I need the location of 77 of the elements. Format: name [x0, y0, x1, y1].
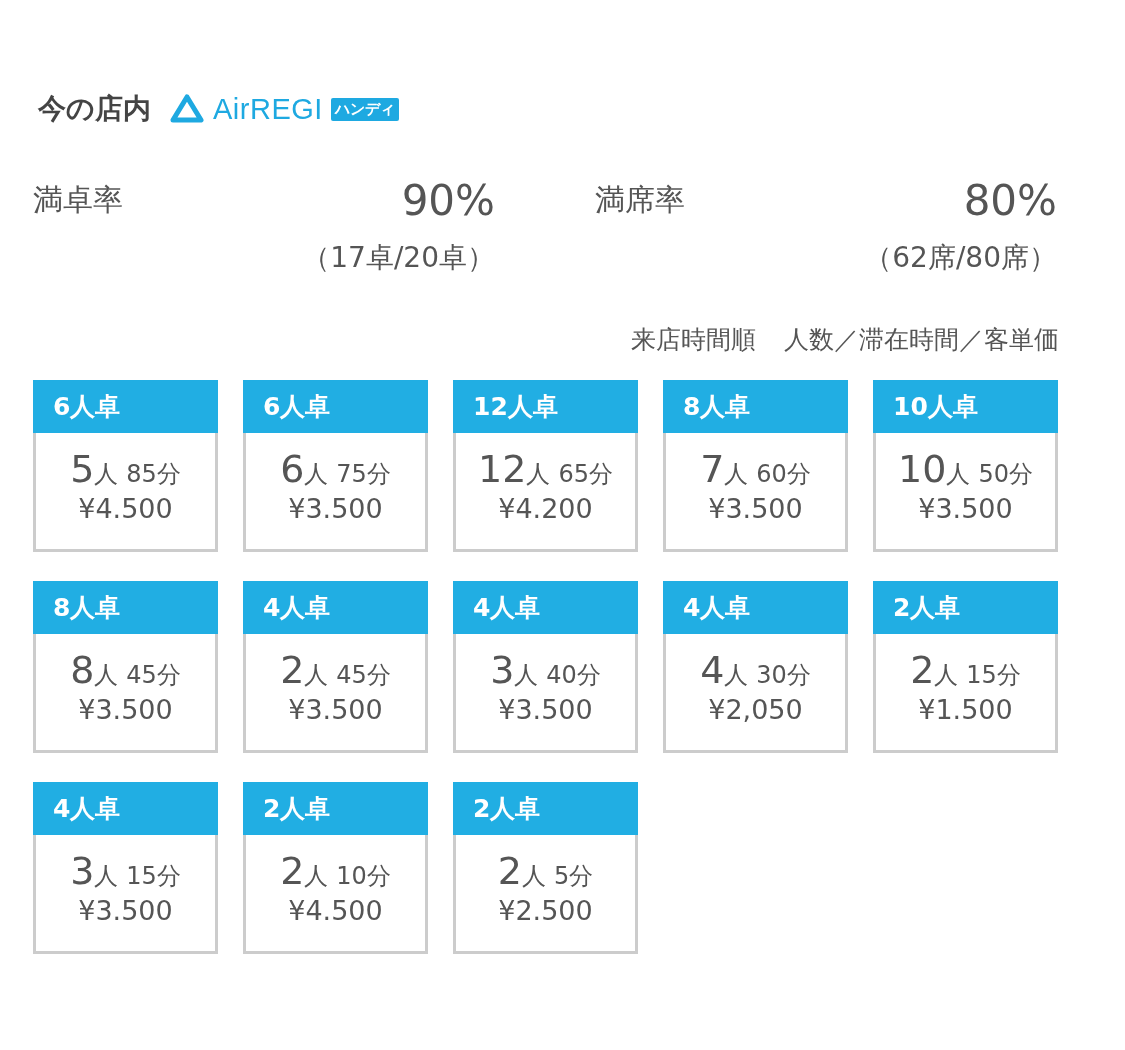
guest-count: 7人 [700, 447, 749, 491]
average-spend: ¥3.500 [497, 694, 594, 725]
stay-time: 40分 [546, 660, 601, 691]
guest-count: 12人 [478, 447, 551, 491]
average-spend: ¥3.500 [77, 694, 174, 725]
table-card[interactable]: 2人卓 2人 10分 ¥4.500 [243, 782, 428, 954]
table-name: 6人卓 [243, 380, 428, 433]
stat-detail: （17卓/20卓） [301, 240, 495, 276]
table-name: 8人卓 [33, 581, 218, 634]
table-card[interactable]: 6人卓 6人 75分 ¥3.500 [243, 380, 428, 552]
average-spend: ¥1.500 [917, 694, 1014, 725]
table-name: 6人卓 [33, 380, 218, 433]
average-spend: ¥3.500 [287, 493, 384, 524]
stat-value: 90% [401, 176, 495, 225]
table-card[interactable]: 6人卓 5人 85分 ¥4.500 [33, 380, 218, 552]
guest-count: 8人 [70, 648, 119, 692]
guest-count: 10人 [898, 447, 971, 491]
average-spend: ¥4.500 [287, 895, 384, 926]
stay-time: 15分 [966, 660, 1021, 691]
stat-detail: （62席/80席） [863, 240, 1057, 276]
average-spend: ¥3.500 [77, 895, 174, 926]
average-spend: ¥3.500 [707, 493, 804, 524]
stay-time: 15分 [126, 861, 181, 892]
stay-time: 45分 [126, 660, 181, 691]
stay-time: 60分 [756, 459, 811, 490]
stay-time: 5分 [553, 861, 594, 892]
stat-value: 80% [963, 176, 1057, 225]
table-name: 2人卓 [453, 782, 638, 835]
average-spend: ¥3.500 [287, 694, 384, 725]
table-card[interactable]: 8人卓 8人 45分 ¥3.500 [33, 581, 218, 753]
guest-count: 2人 [910, 648, 959, 692]
table-card[interactable]: 4人卓 2人 45分 ¥3.500 [243, 581, 428, 753]
table-card[interactable]: 4人卓 3人 40分 ¥3.500 [453, 581, 638, 753]
triangle-logo-icon [169, 93, 205, 125]
table-name: 4人卓 [663, 581, 848, 634]
table-name: 4人卓 [33, 782, 218, 835]
table-name: 12人卓 [453, 380, 638, 433]
stay-time: 45分 [336, 660, 391, 691]
logo-badge: ハンディ [330, 97, 399, 121]
average-spend: ¥2,050 [707, 694, 804, 725]
stat-label: 満卓率 [33, 181, 124, 219]
guest-count: 2人 [497, 849, 546, 893]
stay-time: 75分 [336, 459, 391, 490]
guest-count: 3人 [490, 648, 539, 692]
stay-time: 30分 [756, 660, 811, 691]
guest-count: 5人 [70, 447, 119, 491]
table-name: 8人卓 [663, 380, 848, 433]
stay-time: 65分 [558, 459, 613, 490]
table-card[interactable]: 2人卓 2人 5分 ¥2.500 [453, 782, 638, 954]
guest-count: 3人 [70, 849, 119, 893]
table-card[interactable]: 10人卓 10人 50分 ¥3.500 [873, 380, 1058, 552]
table-name: 2人卓 [873, 581, 1058, 634]
table-card[interactable]: 4人卓 3人 15分 ¥3.500 [33, 782, 218, 954]
stay-time: 50分 [978, 459, 1033, 490]
logo-wordmark: AirREGI [213, 92, 323, 126]
average-spend: ¥2.500 [497, 895, 594, 926]
guest-count: 4人 [700, 648, 749, 692]
guest-count: 6人 [280, 447, 329, 491]
stay-time: 85分 [126, 459, 181, 490]
page-title: 今の店内 [38, 91, 151, 127]
table-card[interactable]: 12人卓 12人 65分 ¥4.200 [453, 380, 638, 552]
sort-order-label: 来店時間順 [631, 324, 756, 356]
guest-count: 2人 [280, 849, 329, 893]
guest-count: 2人 [280, 648, 329, 692]
average-spend: ¥4.200 [497, 493, 594, 524]
table-name: 2人卓 [243, 782, 428, 835]
table-name: 4人卓 [243, 581, 428, 634]
table-name: 4人卓 [453, 581, 638, 634]
table-card[interactable]: 8人卓 7人 60分 ¥3.500 [663, 380, 848, 552]
table-card[interactable]: 4人卓 4人 30分 ¥2,050 [663, 581, 848, 753]
table-name: 10人卓 [873, 380, 1058, 433]
stay-time: 10分 [336, 861, 391, 892]
sort-fields-label: 人数／滞在時間／客単価 [784, 324, 1059, 356]
average-spend: ¥4.500 [77, 493, 174, 524]
average-spend: ¥3.500 [917, 493, 1014, 524]
table-card[interactable]: 2人卓 2人 15分 ¥1.500 [873, 581, 1058, 753]
stat-label: 満席率 [595, 181, 686, 219]
